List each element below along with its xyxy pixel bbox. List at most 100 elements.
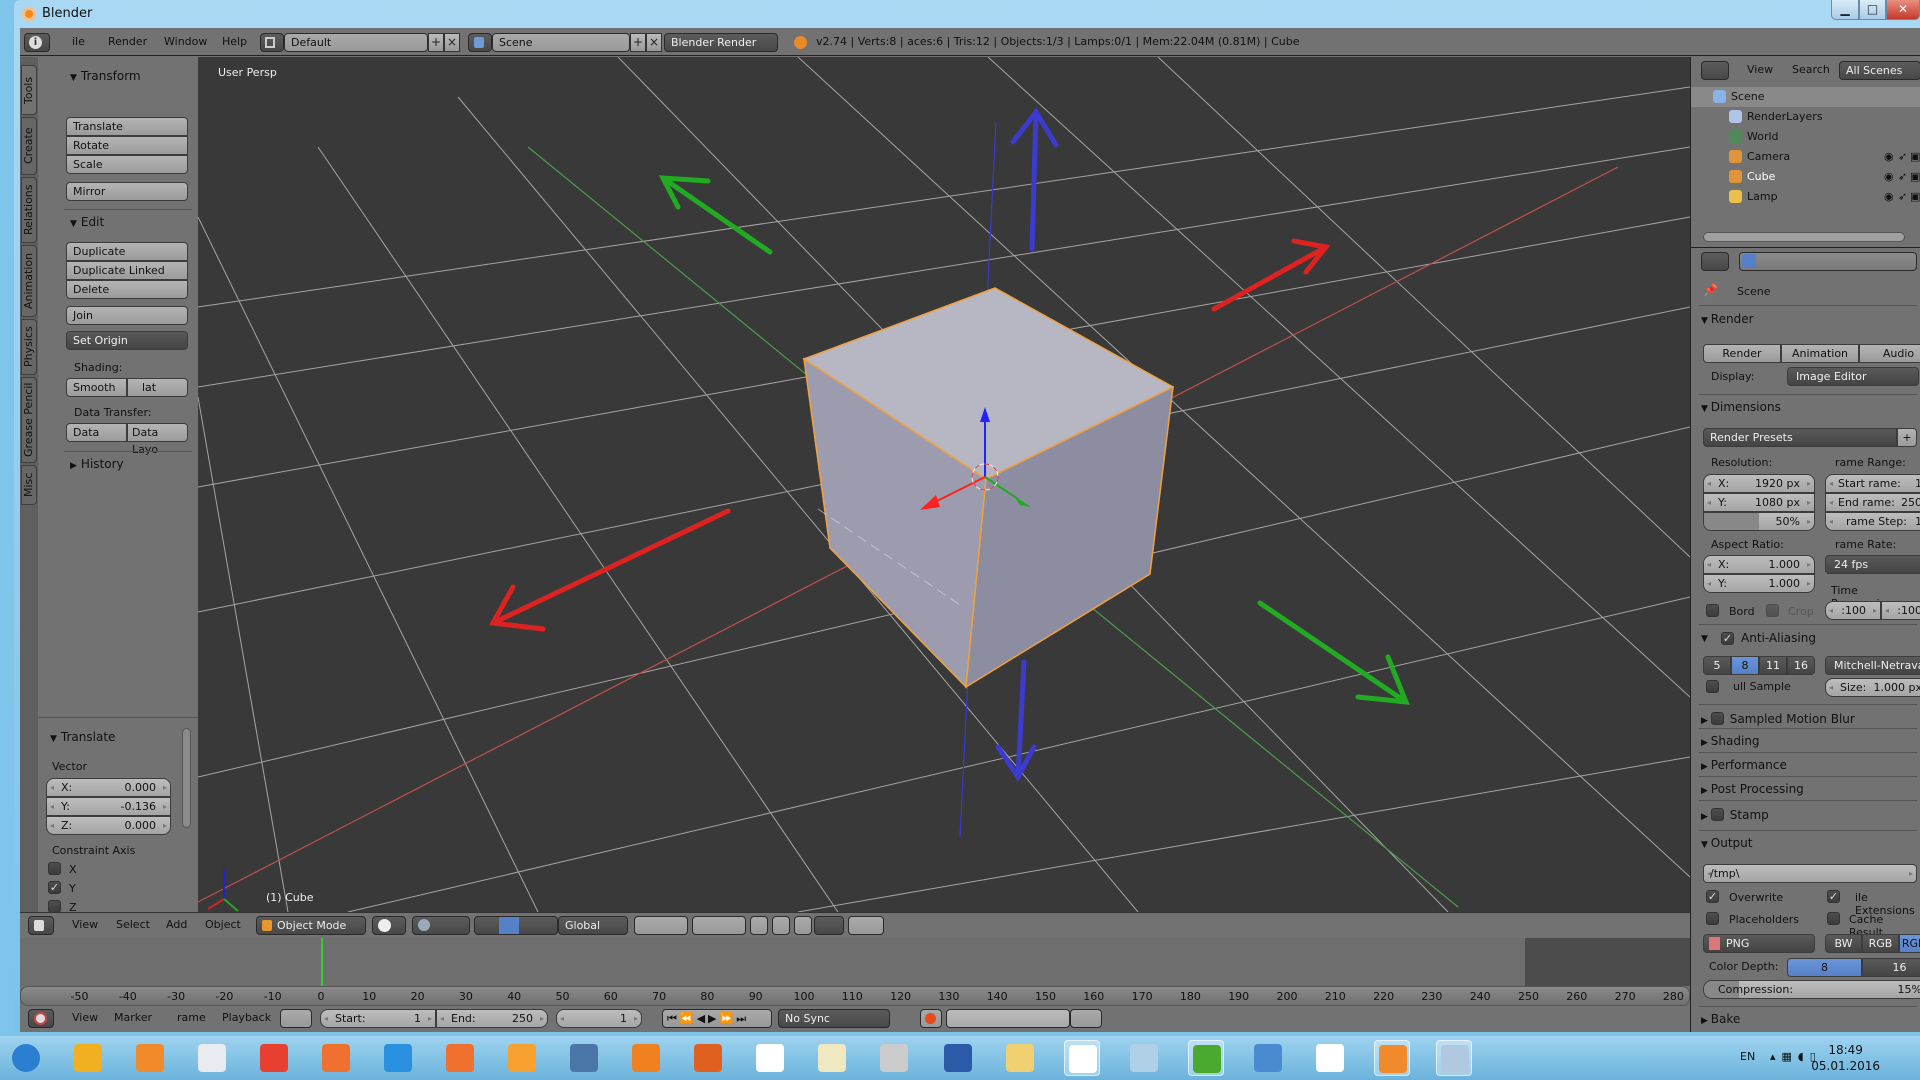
editor-type-timeline-button[interactable] [28, 1009, 54, 1028]
add-preset-button[interactable]: + [1897, 428, 1917, 447]
add-scene-button[interactable]: + [630, 33, 646, 52]
taskbar-vk-icon[interactable] [566, 1040, 602, 1076]
file-format-dropdown[interactable]: PNG [1703, 934, 1815, 953]
proportional-edit-icon[interactable] [772, 916, 790, 935]
visibility-eye-icon[interactable]: ◉ [1884, 147, 1894, 167]
outliner-item-cube[interactable]: Cube ◉ ➶ ▣ [1691, 167, 1920, 187]
tab-animation[interactable]: Animation [21, 245, 37, 317]
taskbar-start-icon[interactable] [8, 1040, 44, 1076]
data-transfer-button[interactable]: Data [66, 423, 127, 442]
aa-samples-11-button[interactable]: 11 [1759, 656, 1787, 675]
editor-type-info-button[interactable]: i [24, 33, 50, 52]
taskbar-explorer-icon[interactable] [1002, 1040, 1038, 1076]
menu-marker[interactable]: Marker [114, 1009, 152, 1027]
frame-step-field[interactable]: rame Step: 1 [1825, 512, 1920, 531]
history-panel-header[interactable]: ▶ History [70, 457, 124, 471]
tab-physics[interactable]: Physics [21, 319, 37, 375]
taskbar-grammar-icon[interactable] [814, 1040, 850, 1076]
mode-dropdown[interactable]: Object Mode [256, 916, 366, 935]
taskbar-ok-icon[interactable] [628, 1040, 664, 1076]
aa-samples-8-button[interactable]: 8 [1731, 656, 1759, 675]
timeline-ruler[interactable]: -50 -40 -30 -20 -10 0 10 20 30 40 50 60 70 80 90 100 110… [20, 986, 1690, 1006]
cache-result-checkbox[interactable] [1827, 912, 1840, 925]
color-depth-8-button[interactable]: 8 [1787, 958, 1862, 977]
vector-y-field[interactable]: Y: -0.136 [46, 797, 171, 816]
3d-viewport[interactable]: User Persp (1) Cube [198, 57, 1690, 912]
taskbar-mail-icon[interactable] [380, 1040, 416, 1076]
sync-mode-dropdown[interactable]: No Sync [778, 1009, 890, 1028]
language-indicator[interactable]: EN [1740, 1050, 1755, 1063]
taskbar-blender-icon[interactable] [1374, 1040, 1410, 1076]
aa-samples-5-button[interactable]: 5 [1703, 656, 1731, 675]
render-panel-header[interactable]: ▼ Render [1701, 312, 1754, 326]
keying-set-field[interactable] [946, 1009, 1070, 1028]
outliner-scrollbar[interactable] [1703, 232, 1905, 242]
menu-object[interactable]: Object [205, 916, 241, 934]
taskbar-notes-icon[interactable] [876, 1040, 912, 1076]
properties-context-tabs[interactable] [1739, 252, 1917, 271]
render-engine-dropdown[interactable]: Blender Render [664, 33, 778, 52]
taskbar-music-icon[interactable] [752, 1040, 788, 1076]
sampled-motion-blur-panel-header[interactable]: ▶ Sampled Motion Blur [1701, 710, 1855, 726]
scene-name-field[interactable]: Scene [492, 33, 630, 52]
taskbar-media-player-icon[interactable] [194, 1040, 230, 1076]
taskbar-notepad-icon[interactable] [1126, 1040, 1162, 1076]
data-layout-button[interactable]: Data Layo [127, 423, 188, 456]
time-remap-old-field[interactable]: :100 [1825, 601, 1881, 620]
shade-smooth-button[interactable]: Smooth [66, 378, 127, 397]
taskbar-yandex-icon[interactable] [1312, 1040, 1348, 1076]
resolution-x-field[interactable]: X: 1920 px [1703, 474, 1815, 493]
constraint-x-checkbox[interactable] [48, 862, 61, 875]
outliner-item-camera[interactable]: Camera ◉ ➶ ▣ [1691, 147, 1920, 167]
timeline[interactable]: -50 -40 -30 -20 -10 0 10 20 30 40 50 60 70 80 90 100 110… [20, 938, 1690, 1006]
shade-flat-button[interactable]: lat [127, 378, 188, 397]
outliner-display-mode-dropdown[interactable]: All Scenes [1839, 61, 1920, 80]
taskbar-blender-icon[interactable] [132, 1040, 168, 1076]
outliner-item-renderlayers[interactable]: RenderLayers [1691, 107, 1920, 127]
menu-view[interactable]: View [72, 916, 98, 934]
render-animation-button[interactable]: Animation [1781, 344, 1859, 363]
duplicate-linked-button[interactable]: Duplicate Linked [66, 261, 188, 280]
close-button[interactable]: ✕ [1886, 0, 1920, 20]
menu-window[interactable]: Window [164, 33, 207, 51]
cube-object[interactable] [802, 287, 1175, 689]
system-clock[interactable]: 18:49 05.01.2016 [1811, 1042, 1880, 1074]
visibility-eye-icon[interactable]: ◉ [1884, 187, 1894, 207]
color-depth-16-button[interactable]: 16 [1862, 958, 1920, 977]
manipulator-toggles[interactable] [474, 916, 558, 935]
performance-panel-header[interactable]: ▶ Performance [1701, 758, 1787, 772]
color-mode-bw-button[interactable]: BW [1825, 934, 1862, 953]
outliner-item-world[interactable]: World [1691, 127, 1920, 147]
frame-start-field[interactable]: Start rame: 1 [1825, 474, 1920, 493]
menu-render[interactable]: Render [108, 33, 147, 51]
snap-element-dropdown[interactable] [814, 916, 844, 935]
rotate-button[interactable]: Rotate [66, 136, 188, 155]
timeline-area[interactable] [20, 938, 1690, 986]
resolution-percentage-slider[interactable]: 50% [1703, 512, 1815, 531]
maximize-button[interactable]: □ [1859, 0, 1886, 20]
duplicate-button[interactable]: Duplicate [66, 242, 188, 261]
crop-checkbox[interactable] [1766, 604, 1779, 617]
start-frame-field[interactable]: Start: 1 [320, 1009, 436, 1028]
translate-panel-header[interactable]: ▼ Translate [50, 730, 115, 744]
layers-group-1[interactable] [634, 916, 688, 935]
scene-selector-button[interactable] [468, 33, 492, 52]
select-cursor-icon[interactable]: ➶ [1898, 167, 1907, 187]
time-remap-new-field[interactable]: :100 [1881, 601, 1920, 620]
full-sample-checkbox[interactable] [1706, 680, 1719, 693]
viewport-shading-dropdown[interactable] [372, 916, 406, 935]
current-frame-cursor[interactable] [320, 938, 323, 986]
vector-x-field[interactable]: X: 0.000 [46, 778, 171, 797]
redo-panel-scrollbar[interactable] [182, 728, 191, 828]
taskbar-agent-icon[interactable] [1188, 1040, 1224, 1076]
join-button[interactable]: Join [66, 306, 188, 325]
outliner-item-scene[interactable]: Scene [1691, 87, 1920, 107]
editor-type-properties-button[interactable] [1701, 252, 1729, 271]
taskbar-screen-capture-icon[interactable] [318, 1040, 354, 1076]
visibility-eye-icon[interactable]: ◉ [1884, 167, 1894, 187]
preview-range-toggles[interactable] [280, 1009, 312, 1028]
editor-type-3dview-button[interactable] [28, 916, 54, 935]
select-cursor-icon[interactable]: ➶ [1898, 187, 1907, 207]
overwrite-checkbox[interactable]: ✓ [1706, 890, 1719, 903]
taskbar-paint-icon[interactable] [1436, 1040, 1472, 1076]
